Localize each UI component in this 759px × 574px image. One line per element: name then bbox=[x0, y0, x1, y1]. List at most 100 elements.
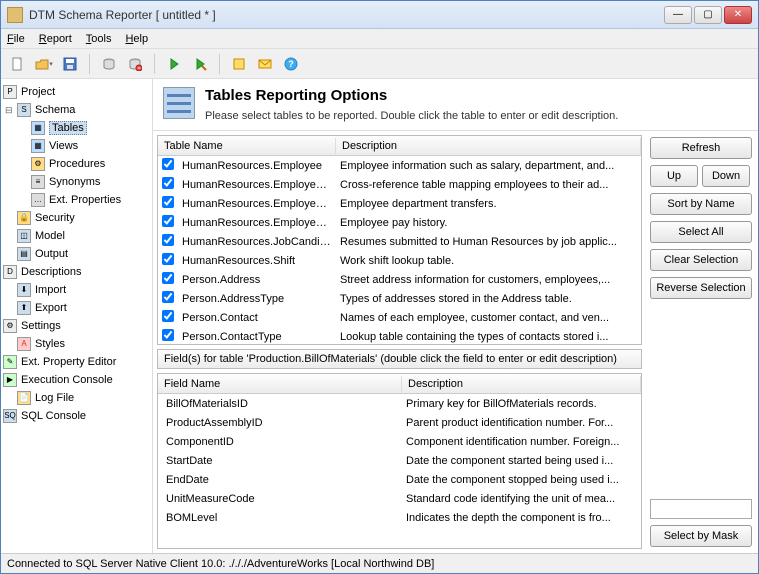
table-row[interactable]: HumanResources.Employee Employee informa… bbox=[158, 156, 641, 175]
import-icon: ⬇ bbox=[17, 283, 31, 297]
row-checkbox[interactable] bbox=[162, 253, 174, 265]
tree-project[interactable]: PProject bbox=[3, 83, 150, 101]
descriptions-icon: D bbox=[3, 265, 17, 279]
field-row[interactable]: BillOfMaterialsID Primary key for BillOf… bbox=[158, 394, 641, 413]
export-icon: ⬆ bbox=[17, 301, 31, 315]
save-button[interactable] bbox=[59, 53, 81, 75]
field-row[interactable]: BOMLevel Indicates the depth the compone… bbox=[158, 508, 641, 527]
fields-col-desc[interactable]: Description bbox=[402, 376, 641, 392]
table-row[interactable]: HumanResources.Shift Work shift lookup t… bbox=[158, 251, 641, 270]
db-connect-button[interactable] bbox=[98, 53, 120, 75]
table-row[interactable]: HumanResources.JobCandidate Resumes subm… bbox=[158, 232, 641, 251]
row-checkbox[interactable] bbox=[162, 215, 174, 227]
select-all-button[interactable]: Select All bbox=[650, 221, 752, 243]
row-checkbox[interactable] bbox=[162, 196, 174, 208]
row-checkbox[interactable] bbox=[162, 291, 174, 303]
reverse-selection-button[interactable]: Reverse Selection bbox=[650, 277, 752, 299]
sort-by-name-button[interactable]: Sort by Name bbox=[650, 193, 752, 215]
mail-button[interactable] bbox=[254, 53, 276, 75]
tree-tables[interactable]: ▦Tables bbox=[31, 119, 150, 137]
table-row[interactable]: HumanResources.EmployeePa... Employee pa… bbox=[158, 213, 641, 232]
minimize-button[interactable]: — bbox=[664, 6, 692, 24]
down-button[interactable]: Down bbox=[702, 165, 750, 187]
menu-help[interactable]: Help bbox=[125, 33, 148, 45]
toolbar: ▾ ? bbox=[1, 49, 758, 79]
describe-button[interactable] bbox=[228, 53, 250, 75]
tree-settings[interactable]: ⚙Settings bbox=[3, 317, 150, 335]
tree-model[interactable]: ◫Model bbox=[17, 227, 150, 245]
tree-execconsole[interactable]: ▶Execution Console bbox=[3, 371, 150, 389]
tables-grid[interactable]: Table Name Description HumanResources.Em… bbox=[157, 135, 642, 345]
tree-security[interactable]: 🔒Security bbox=[17, 209, 150, 227]
page-subtitle: Please select tables to be reported. Dou… bbox=[205, 110, 618, 122]
field-desc: Primary key for BillOfMaterials records. bbox=[402, 398, 637, 410]
tree-output[interactable]: ▤Output bbox=[17, 245, 150, 263]
status-text: Connected to SQL Server Native Client 10… bbox=[7, 558, 434, 570]
tree-views[interactable]: ▦Views bbox=[31, 137, 150, 155]
open-button[interactable]: ▾ bbox=[33, 53, 55, 75]
refresh-button[interactable]: Refresh bbox=[650, 137, 752, 159]
tree-import[interactable]: ⬇Import bbox=[17, 281, 150, 299]
fields-grid[interactable]: Field Name Description BillOfMaterialsID… bbox=[157, 373, 642, 549]
menu-report[interactable]: Report bbox=[39, 33, 72, 45]
tree-styles[interactable]: AStyles bbox=[17, 335, 150, 353]
tree-export[interactable]: ⬆Export bbox=[17, 299, 150, 317]
close-button[interactable]: ✕ bbox=[724, 6, 752, 24]
tree-logfile[interactable]: 📄Log File bbox=[17, 389, 150, 407]
row-name: HumanResources.JobCandidate bbox=[178, 236, 336, 248]
field-row[interactable]: UnitMeasureCode Standard code identifyin… bbox=[158, 489, 641, 508]
up-button[interactable]: Up bbox=[650, 165, 698, 187]
field-row[interactable]: StartDate Date the component started bei… bbox=[158, 451, 641, 470]
new-button[interactable] bbox=[7, 53, 29, 75]
tree-extpropeditor[interactable]: ✎Ext. Property Editor bbox=[3, 353, 150, 371]
tables-col-desc[interactable]: Description bbox=[336, 138, 641, 154]
row-checkbox[interactable] bbox=[162, 234, 174, 246]
page-title: Tables Reporting Options bbox=[205, 87, 618, 104]
table-row[interactable]: HumanResources.EmployeeAd... Cross-refer… bbox=[158, 175, 641, 194]
db-disconnect-button[interactable] bbox=[124, 53, 146, 75]
row-desc: Types of addresses stored in the Address… bbox=[336, 293, 637, 305]
tree-schema[interactable]: SSchema bbox=[17, 101, 150, 119]
row-checkbox[interactable] bbox=[162, 329, 174, 341]
field-row[interactable]: ComponentID Component identification num… bbox=[158, 432, 641, 451]
run-alt-button[interactable] bbox=[189, 53, 211, 75]
titlebar: DTM Schema Reporter [ untitled * ] — ▢ ✕ bbox=[1, 1, 758, 29]
table-row[interactable]: Person.Contact Names of each employee, c… bbox=[158, 308, 641, 327]
styles-icon: A bbox=[17, 337, 31, 351]
schema-icon: S bbox=[17, 103, 31, 117]
row-desc: Cross-reference table mapping employees … bbox=[336, 179, 637, 191]
field-name: StartDate bbox=[162, 455, 402, 467]
table-row[interactable]: Person.AddressType Types of addresses st… bbox=[158, 289, 641, 308]
help-button[interactable]: ? bbox=[280, 53, 302, 75]
row-checkbox[interactable] bbox=[162, 177, 174, 189]
tree-sqlconsole[interactable]: SQSQL Console bbox=[3, 407, 150, 425]
table-row[interactable]: Person.Address Street address informatio… bbox=[158, 270, 641, 289]
select-by-mask-button[interactable]: Select by Mask bbox=[650, 525, 752, 547]
page-header: Tables Reporting Options Please select t… bbox=[153, 79, 758, 131]
table-row[interactable]: HumanResources.EmployeeDe... Employee de… bbox=[158, 194, 641, 213]
field-row[interactable]: EndDate Date the component stopped being… bbox=[158, 470, 641, 489]
field-name: ProductAssemblyID bbox=[162, 417, 402, 429]
tree-extprops[interactable]: …Ext. Properties bbox=[31, 191, 150, 209]
run-button[interactable] bbox=[163, 53, 185, 75]
clear-selection-button[interactable]: Clear Selection bbox=[650, 249, 752, 271]
fields-col-name[interactable]: Field Name bbox=[158, 376, 402, 392]
field-name: EndDate bbox=[162, 474, 402, 486]
row-checkbox[interactable] bbox=[162, 310, 174, 322]
project-tree[interactable]: PProject SSchema ▦Tables ▦Views ⚙Procedu… bbox=[1, 79, 153, 553]
maximize-button[interactable]: ▢ bbox=[694, 6, 722, 24]
tables-col-name[interactable]: Table Name bbox=[158, 138, 336, 154]
table-row[interactable]: Person.ContactType Lookup table containi… bbox=[158, 327, 641, 344]
row-checkbox[interactable] bbox=[162, 272, 174, 284]
tree-procedures[interactable]: ⚙Procedures bbox=[31, 155, 150, 173]
row-checkbox[interactable] bbox=[162, 158, 174, 170]
tree-descriptions[interactable]: DDescriptions bbox=[3, 263, 150, 281]
tables-icon: ▦ bbox=[31, 121, 45, 135]
menu-file[interactable]: File bbox=[7, 33, 25, 45]
menu-tools[interactable]: Tools bbox=[86, 33, 112, 45]
field-row[interactable]: ProductAssemblyID Parent product identif… bbox=[158, 413, 641, 432]
field-desc: Date the component started being used i.… bbox=[402, 455, 637, 467]
mask-input[interactable] bbox=[650, 499, 752, 519]
tree-synonyms[interactable]: ≡Synonyms bbox=[31, 173, 150, 191]
row-name: HumanResources.Shift bbox=[178, 255, 336, 267]
